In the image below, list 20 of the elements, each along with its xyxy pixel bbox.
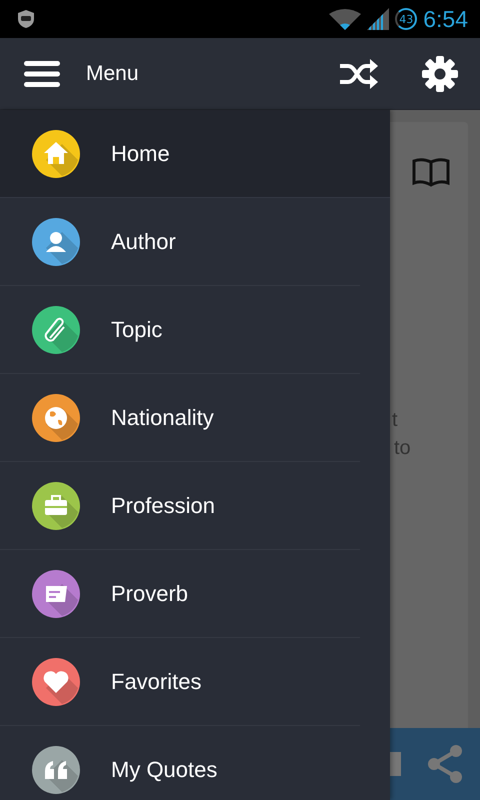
toolbar-title: Menu [86,62,140,86]
drawer-item[interactable]: Home [0,110,390,198]
shuffle-button[interactable] [340,58,378,90]
drawer-item[interactable]: Profession [0,462,360,550]
shield-icon [16,9,36,29]
drawer-item[interactable]: Favorites [0,638,360,726]
drawer-item[interactable]: Proverb [0,550,360,638]
shuffle-icon [340,58,378,90]
drawer-item[interactable]: My Quotes [0,726,360,800]
drawer-item[interactable]: Topic [0,286,360,374]
drawer-item[interactable]: Author [0,198,360,286]
book-icon [412,158,450,188]
battery-level: 43 [395,8,418,30]
clock-time: 6:54 [423,6,468,32]
menu-button[interactable] [24,60,60,88]
bar-button[interactable] [389,752,401,776]
wifi-icon [329,8,362,30]
signal-icon [367,8,390,30]
drawer-item[interactable]: Nationality [0,374,360,462]
menu-icon [24,60,60,88]
